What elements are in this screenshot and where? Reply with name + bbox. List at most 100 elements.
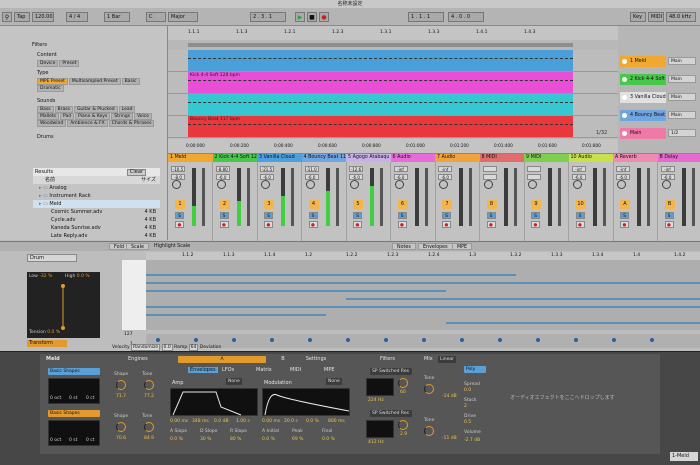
stack-value[interactable]: 2 [464,404,467,409]
track-activator-button[interactable]: B [664,200,675,209]
tab-b[interactable]: B [268,356,298,362]
content-tag[interactable]: Device [37,60,59,67]
spread-value[interactable]: 0.0 [464,388,471,393]
amp-none-select[interactable]: None [226,378,242,385]
solo-button[interactable]: S [620,212,629,219]
volume-fader[interactable] [380,168,383,226]
volume-fader[interactable] [246,168,250,226]
sounds-tag[interactable]: Brass [54,106,73,113]
midi-note[interactable] [146,282,700,284]
deviation-label[interactable]: Deviation [200,345,222,350]
subtab-lfos[interactable]: LFOs [222,367,234,373]
midi-note[interactable] [146,290,446,292]
ramp-label[interactable]: Ramp [174,345,187,350]
tone-a-knob[interactable] [144,380,154,390]
pan-readout[interactable]: -6.0 [571,174,586,180]
track-activator-button[interactable]: 6 [397,200,408,209]
type-tag[interactable]: Multisampled Preset [68,78,121,85]
arm-icon[interactable]: ● [531,221,540,228]
loop-start-field[interactable]: 1 . 1 . 1 [408,12,444,22]
volume-fader[interactable] [647,168,650,226]
volume-value[interactable]: -2.7 dB [464,438,480,443]
transform-envelope[interactable]: Low -32 % High 0.0 % Tension 0.0 % [27,272,100,338]
pan-knob[interactable] [394,180,404,189]
mod-none-select[interactable]: None [326,378,342,385]
track-activator-button[interactable]: 7 [442,200,452,209]
channel-name[interactable]: 6 Audio [390,154,436,162]
volume-fader[interactable] [558,168,561,226]
subtab-envelopes[interactable]: Envelopes [188,367,218,373]
filter-b-select[interactable]: SP Switched Res [370,410,412,417]
pan-readout[interactable]: -6.0 [260,174,274,180]
track-activator-button[interactable]: 5 [353,200,363,209]
pan-readout[interactable] [482,174,497,180]
position-field[interactable]: 2 . 3 . 1 [250,12,286,22]
sounds-tag[interactable]: Woodwind [37,120,67,127]
arm-icon[interactable]: ● [397,221,407,228]
envelope-time-value[interactable]: 348 ms [192,419,209,424]
tap-button[interactable]: Tap [14,12,30,22]
velocity-marker[interactable] [498,338,502,342]
loop-length-field[interactable]: 4 . 0 . 0 [448,12,484,22]
channel-name[interactable]: 10 Audio [568,154,614,162]
track-output-select[interactable]: 1/2 [668,129,696,137]
subtab-midi[interactable]: MIDI [290,367,301,373]
play-icon[interactable]: ▶ [295,12,305,22]
volume-fader[interactable] [335,168,339,226]
arm-icon[interactable]: ● [219,221,229,228]
filter-a-select[interactable]: SP Switched Res [370,368,412,375]
osc-b-ct[interactable]: 0 ct [86,438,95,443]
osc-b-st[interactable]: 0 st [69,438,77,443]
velocity-marker[interactable] [270,338,274,342]
midi-note[interactable] [346,298,700,300]
channel-name[interactable]: 1 Meld [168,154,213,162]
record-icon[interactable]: ● [319,12,329,22]
device-title[interactable]: Meld [46,356,60,362]
envelope-time-value[interactable]: 0.00 ms [262,419,280,424]
velocity-marker[interactable] [156,338,160,342]
solo-button[interactable]: S [664,212,674,219]
pan-readout[interactable]: -6.0 [304,174,319,180]
file-item[interactable]: Kaneda Sunrise.adv 4 KB [33,224,160,232]
tab-settings[interactable]: Settings [296,356,336,362]
midi-note[interactable] [146,306,700,308]
type-tag[interactable]: MPE Preset [37,78,68,85]
track-header[interactable]: 4 Bouncy Beat [620,110,666,121]
track-header[interactable]: Main [620,128,666,139]
channel-name[interactable]: 3 Vanilla Cloud [257,154,302,162]
pan-knob[interactable] [528,180,537,189]
shape-b-value[interactable]: 70.6 [116,436,126,441]
velocity-marker[interactable] [612,338,616,342]
link-icon[interactable]: ⚲ [2,12,12,22]
envelope-param-value[interactable]: 0.0 % [170,437,183,442]
folder-item[interactable]: ▸ ▭ Instrument Rack [33,192,160,200]
solo-button[interactable]: S [397,212,407,219]
res-b-value[interactable]: 2.9 [400,432,407,437]
mpe-tab[interactable]: MPE [452,243,473,250]
track-activator-button[interactable]: 4 [308,200,319,209]
solo-button[interactable]: S [442,212,451,219]
arm-icon[interactable]: ● [442,221,451,228]
sounds-tag[interactable]: Guitar & Plucked [73,106,118,113]
midi-note[interactable] [146,314,326,316]
arm-icon[interactable]: ● [353,221,362,228]
sounds-tag[interactable]: Strings [111,113,134,120]
sounds-tag[interactable]: Piano & Keys [75,113,111,120]
arm-icon[interactable]: ● [175,221,184,228]
sounds-tag[interactable]: Mallets [37,113,60,120]
volume-readout[interactable]: -12.6 [349,166,363,172]
bar-ruler[interactable]: 1.1.1 1.1.3 1.2.1 1.2.3 1.3.1 1.3.3 1.4.1 1.4.3 [168,26,618,40]
osc-a-oct[interactable]: 0 oct [50,396,61,401]
pan-knob[interactable] [172,180,181,189]
tension-value[interactable]: 0.0 % [47,330,60,335]
tempo-field[interactable]: 120.00 [32,12,54,22]
folder-item[interactable]: ▸ ▭ Analog [33,184,160,192]
solo-button[interactable]: S [219,212,229,219]
pan-readout[interactable]: -6.0 [438,174,452,180]
sounds-tag[interactable]: Bass [37,106,54,113]
file-item[interactable]: Cosmic Summer.adv 4 KB [33,208,160,216]
shape-select[interactable]: Drum [27,254,77,262]
mod-envelope-graph[interactable] [262,388,350,416]
pan-readout[interactable]: -6.0 [616,174,630,180]
poly-mode-select[interactable]: Poly [464,366,486,373]
